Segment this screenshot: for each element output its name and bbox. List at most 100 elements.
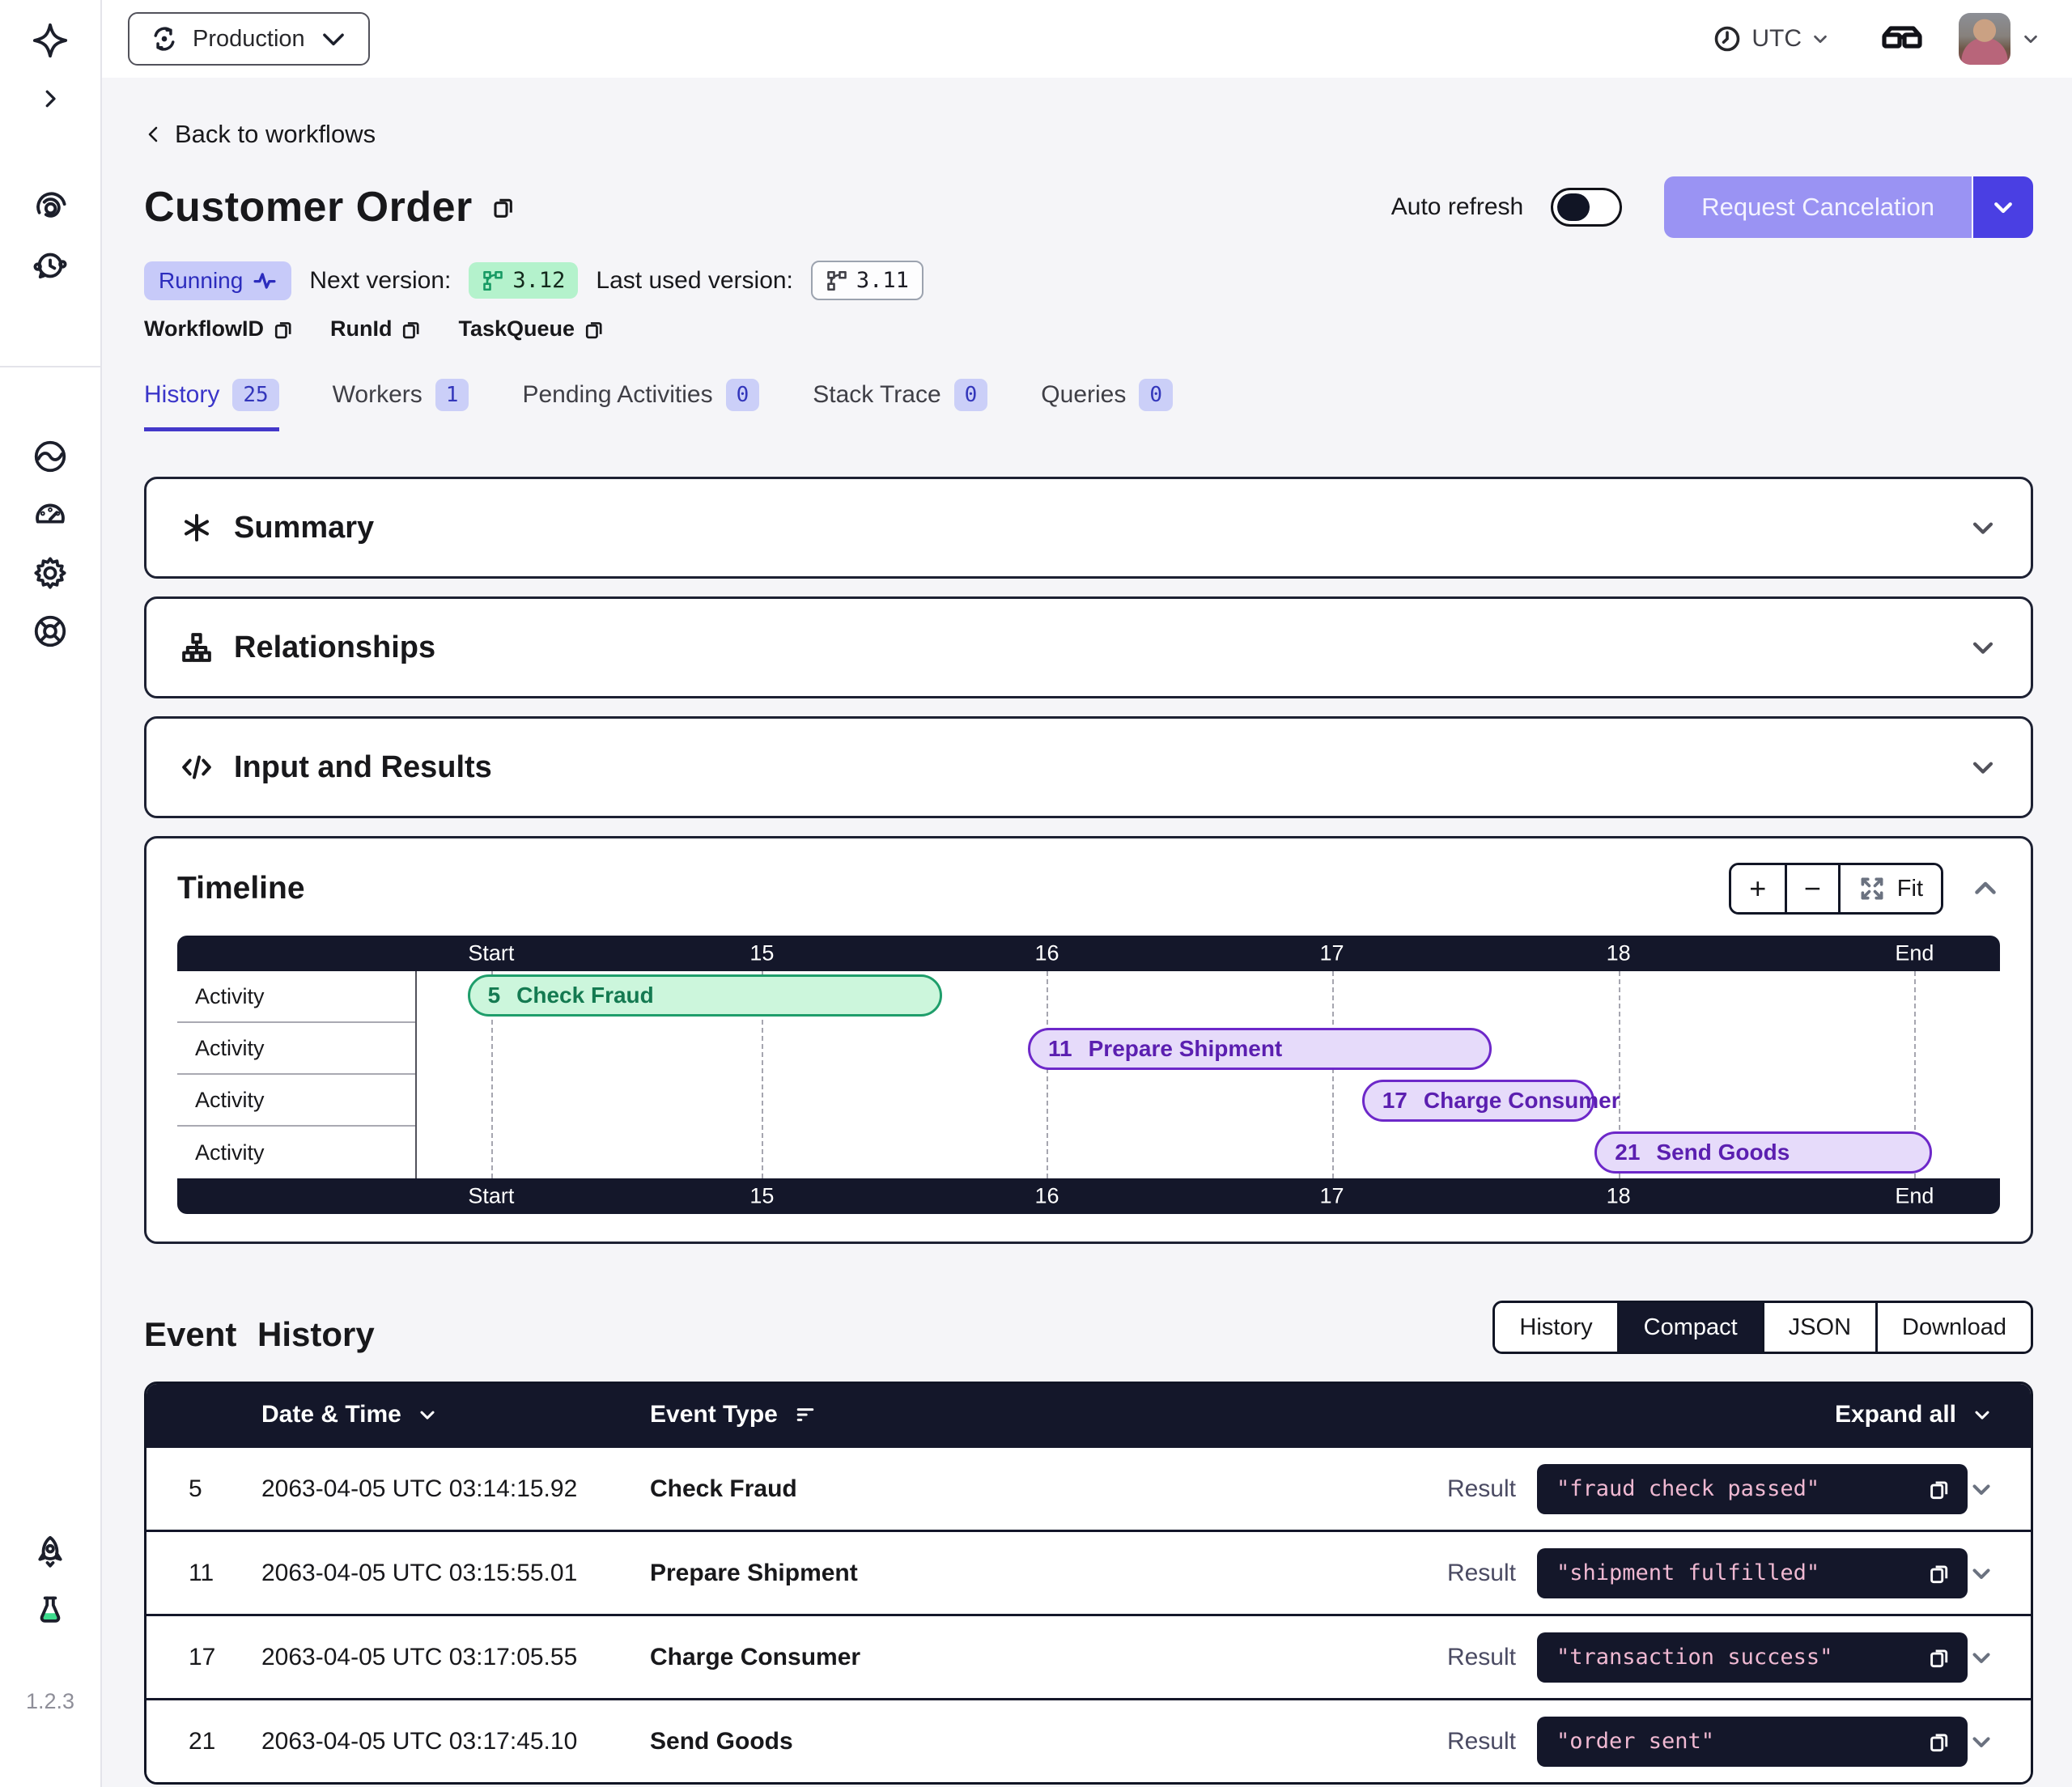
- view-json-button[interactable]: JSON: [1762, 1303, 1875, 1352]
- schedules-icon[interactable]: [21, 236, 79, 295]
- tab-label: Queries: [1041, 381, 1126, 409]
- event-datetime: 2063-04-05 UTC 03:17:45.10: [261, 1728, 650, 1755]
- tab-history[interactable]: History 25: [144, 379, 279, 431]
- timeline-bar-check-fraud[interactable]: 5 Check Fraud: [468, 974, 943, 1017]
- timeline-bar-prepare-shipment[interactable]: 11 Prepare Shipment: [1028, 1028, 1492, 1070]
- pulse-icon: [253, 269, 277, 293]
- next-version-value: 3.12: [512, 268, 565, 293]
- asterisk-icon: [180, 511, 213, 544]
- expand-all-label: Expand all: [1835, 1401, 1956, 1428]
- copy-icon[interactable]: [1927, 1730, 1951, 1754]
- timeline-header: Timeline + − Fit: [177, 863, 2000, 915]
- copy-icon: [583, 318, 605, 341]
- code-icon: [180, 751, 213, 783]
- tab-label: History: [144, 381, 219, 409]
- settings-gear-icon[interactable]: [21, 544, 79, 602]
- fit-button[interactable]: Fit: [1838, 865, 1941, 912]
- date-time-label: Date & Time: [261, 1401, 401, 1428]
- chevron-down-icon[interactable]: [1968, 1475, 1995, 1503]
- workflow-id-copy[interactable]: WorkflowID: [144, 316, 295, 342]
- hierarchy-icon: [180, 631, 213, 664]
- event-row-prepare-shipment[interactable]: 11 2063-04-05 UTC 03:15:55.01 Prepare Sh…: [146, 1530, 2031, 1614]
- view-compact-button[interactable]: Compact: [1617, 1303, 1762, 1352]
- chevron-down-icon: [1811, 30, 1829, 48]
- event-row-send-goods[interactable]: 21 2063-04-05 UTC 03:17:45.10 Send Goods…: [146, 1698, 2031, 1782]
- tab-bar: History 25 Workers 1 Pending Activities …: [144, 379, 2033, 431]
- nav-star-icon[interactable]: [21, 11, 79, 70]
- task-queue-copy[interactable]: TaskQueue: [458, 316, 605, 342]
- axis-labels: Start 15 16 17 18 End: [417, 1178, 2000, 1214]
- toggle-knob: [1557, 193, 1590, 221]
- chevron-down-icon[interactable]: [2022, 30, 2040, 48]
- copy-icon[interactable]: [1927, 1477, 1951, 1501]
- axis-tick: Start: [468, 1184, 514, 1209]
- timezone-selector[interactable]: UTC: [1713, 24, 1829, 53]
- tab-stack-trace[interactable]: Stack Trace 0: [813, 379, 987, 431]
- event-history-title: Event History: [144, 1315, 375, 1354]
- event-id: 11: [146, 1560, 261, 1587]
- chevron-down-icon[interactable]: [1968, 1560, 1995, 1587]
- result-chip[interactable]: "transaction success": [1537, 1632, 1968, 1683]
- chevron-down-icon[interactable]: [1969, 634, 1997, 661]
- zoom-out-button[interactable]: −: [1785, 865, 1838, 912]
- header-event-type[interactable]: Event Type: [650, 1401, 1835, 1428]
- tab-pending-activities[interactable]: Pending Activities 0: [522, 379, 759, 431]
- event-type: Charge Consumer: [650, 1644, 1447, 1671]
- workflows-icon[interactable]: [21, 178, 79, 236]
- copy-icon[interactable]: [1927, 1561, 1951, 1585]
- usage-gauge-icon[interactable]: [21, 486, 79, 544]
- relationships-section[interactable]: Relationships: [144, 596, 2033, 698]
- summary-section[interactable]: Summary: [144, 477, 2033, 579]
- feedback-glasses-icon[interactable]: [1881, 21, 1923, 57]
- timeline-bar-send-goods[interactable]: 21 Send Goods: [1594, 1131, 1932, 1174]
- event-row-check-fraud[interactable]: 5 2063-04-05 UTC 03:14:15.92 Check Fraud…: [146, 1445, 2031, 1530]
- chevron-left-icon: [144, 125, 163, 144]
- nexus-icon[interactable]: [21, 427, 79, 486]
- cancelation-menu-button[interactable]: [1972, 176, 2033, 238]
- next-version-label: Next version:: [309, 267, 451, 295]
- tab-label: Workers: [333, 381, 422, 409]
- result-chip[interactable]: "shipment fulfilled": [1537, 1548, 1968, 1598]
- title-left: Customer Order: [144, 183, 516, 231]
- auto-refresh-toggle[interactable]: [1551, 188, 1622, 227]
- chevron-down-icon[interactable]: [1968, 1644, 1995, 1671]
- ids-row: WorkflowID RunId TaskQueue: [144, 316, 2033, 342]
- event-row-charge-consumer[interactable]: 17 2063-04-05 UTC 03:17:05.55 Charge Con…: [146, 1614, 2031, 1698]
- timeline-axis-bottom: Start 15 16 17 18 End: [177, 1178, 2000, 1214]
- summary-title-group: Summary: [180, 511, 374, 545]
- tab-label: Pending Activities: [522, 381, 712, 409]
- chevron-down-icon[interactable]: [1969, 514, 1997, 541]
- tab-workers[interactable]: Workers 1: [333, 379, 469, 431]
- request-cancelation-label[interactable]: Request Cancelation: [1664, 176, 1972, 238]
- tab-count-badge: 25: [232, 379, 278, 411]
- labs-flask-icon[interactable]: [21, 1582, 79, 1641]
- download-button[interactable]: Download: [1875, 1303, 2031, 1352]
- tab-queries[interactable]: Queries 0: [1041, 379, 1173, 431]
- chevron-up-icon[interactable]: [1971, 874, 2000, 903]
- result-chip[interactable]: "order sent": [1537, 1717, 1968, 1767]
- tab-count-badge: 0: [726, 379, 760, 411]
- chevron-down-icon[interactable]: [1969, 753, 1997, 781]
- filter-icon: [794, 1403, 817, 1426]
- support-lifebuoy-icon[interactable]: [21, 602, 79, 660]
- view-history-button[interactable]: History: [1495, 1303, 1616, 1352]
- namespace-selector[interactable]: Production: [128, 12, 370, 66]
- request-cancelation-button[interactable]: Request Cancelation: [1664, 176, 2033, 238]
- result-chip[interactable]: "fraud check passed": [1537, 1464, 1968, 1514]
- timeline-bar-charge-consumer[interactable]: 17 Charge Consumer: [1362, 1080, 1595, 1122]
- user-avatar[interactable]: [1959, 13, 2010, 65]
- chevron-down-icon[interactable]: [1968, 1728, 1995, 1755]
- bar-event-id: 21: [1615, 1140, 1640, 1165]
- run-id-copy[interactable]: RunId: [330, 316, 422, 342]
- rocket-icon[interactable]: [21, 1524, 79, 1582]
- zoom-in-button[interactable]: +: [1731, 865, 1785, 912]
- sidebar-expand-icon[interactable]: [21, 70, 79, 128]
- axis-tick: 16: [1034, 941, 1059, 966]
- input-results-section[interactable]: Input and Results: [144, 716, 2033, 818]
- copy-icon[interactable]: [1927, 1645, 1951, 1670]
- event-datetime: 2063-04-05 UTC 03:17:05.55: [261, 1644, 650, 1671]
- back-to-workflows-link[interactable]: Back to workflows: [144, 120, 376, 149]
- header-date-time[interactable]: Date & Time: [261, 1401, 650, 1428]
- copy-icon[interactable]: [490, 194, 516, 220]
- expand-all-button[interactable]: Expand all: [1835, 1401, 1993, 1428]
